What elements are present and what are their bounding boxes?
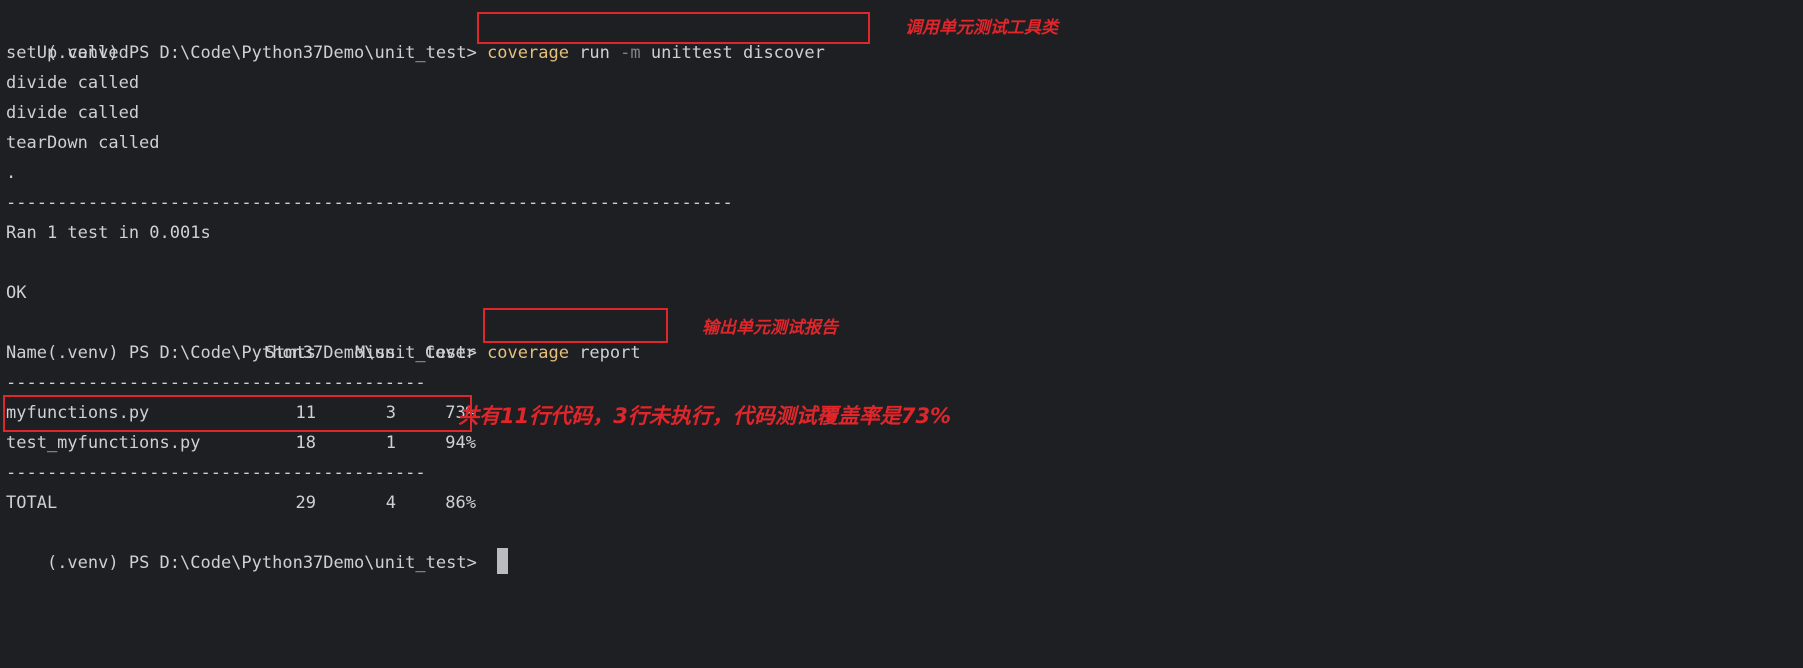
report-separator: ----------------------------------------… bbox=[6, 373, 426, 393]
row-name: TOTAL bbox=[6, 493, 58, 513]
text-cursor bbox=[497, 548, 509, 574]
annotation-coverage: 共有11行代码，3行未执行，代码测试覆盖率是73% bbox=[458, 404, 952, 428]
header-stmts: Stmts bbox=[264, 343, 316, 363]
separator-line: ----------------------------------------… bbox=[6, 193, 733, 213]
row-miss: 1 bbox=[385, 433, 396, 453]
annotation-run-tests: 调用单元测试工具类 bbox=[905, 18, 1058, 38]
highlight-box-command2 bbox=[483, 308, 668, 343]
output-line: OK bbox=[6, 283, 27, 303]
row-miss: 4 bbox=[385, 493, 396, 513]
output-line: tearDown called bbox=[6, 133, 160, 153]
header-miss: Miss bbox=[355, 343, 396, 363]
command-keyword: coverage bbox=[487, 343, 569, 363]
report-header: Name Stmts Miss Cover bbox=[6, 338, 476, 368]
row-cover: 94% bbox=[445, 433, 476, 453]
output-line: setUp called bbox=[6, 43, 129, 63]
command-part: run bbox=[568, 43, 621, 63]
report-separator: ----------------------------------------… bbox=[6, 463, 426, 483]
table-row: test_myfunctions.py 18 1 94% bbox=[6, 428, 476, 458]
row-name: test_myfunctions.py bbox=[6, 433, 201, 453]
row-stmts: 29 bbox=[295, 493, 316, 513]
annotation-report: 输出单元测试报告 bbox=[702, 318, 838, 338]
command-keyword: coverage bbox=[487, 43, 569, 63]
output-line: . bbox=[6, 163, 17, 183]
prompt-text: (.venv) PS D:\Code\Python37Demo\unit_tes… bbox=[46, 553, 488, 573]
table-row-total: TOTAL 29 4 86% bbox=[6, 488, 476, 518]
header-cover: Cover bbox=[424, 343, 476, 363]
command-part: report bbox=[568, 343, 641, 363]
command-line-3[interactable]: (.venv) PS D:\Code\Python37Demo\unit_tes… bbox=[6, 518, 509, 574]
row-cover: 86% bbox=[445, 493, 476, 513]
highlight-box-command1 bbox=[477, 12, 870, 44]
output-line: Ran 1 test in 0.001s bbox=[6, 223, 211, 243]
terminal-window[interactable]: (.venv) PS D:\Code\Python37Demo\unit_tes… bbox=[0, 0, 1803, 574]
command-part: unittest discover bbox=[640, 43, 825, 63]
highlight-box-row1 bbox=[3, 395, 472, 432]
row-stmts: 18 bbox=[295, 433, 316, 453]
output-line: divide called bbox=[6, 73, 140, 93]
header-name: Name bbox=[6, 343, 47, 363]
command-flag: -m bbox=[620, 43, 641, 63]
output-line: divide called bbox=[6, 103, 140, 123]
